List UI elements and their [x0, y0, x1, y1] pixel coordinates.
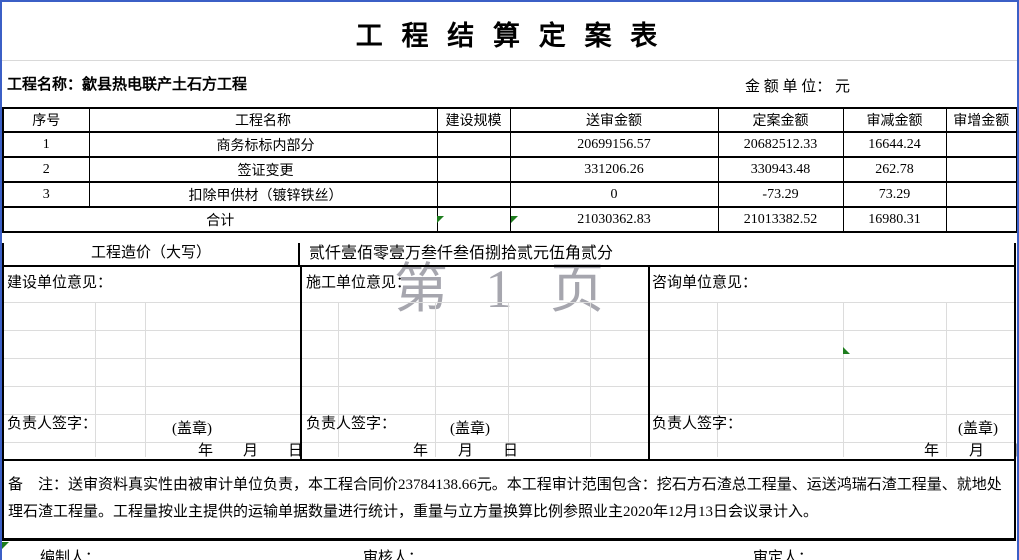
header-reduced-amount: 审减金额 [843, 108, 946, 132]
consultant-sign-label: 负责人签字： [652, 412, 742, 433]
gridline-vertical [508, 302, 509, 457]
cell-increased[interactable] [946, 132, 1017, 157]
cell-scale[interactable] [437, 157, 510, 182]
opinion-divider [300, 267, 302, 459]
header-project-name: 工程名称 [89, 108, 437, 132]
cell-finalized[interactable]: -73.29 [718, 182, 843, 207]
header-scale: 建设规模 [437, 108, 510, 132]
footer-signers-row: 编制人： 审核人： 审定人： [2, 541, 1017, 560]
contractor-opinion-label: 施工单位意见： [306, 271, 411, 292]
gridline-vertical [435, 302, 436, 457]
settlement-table: 序号 工程名称 建设规模 送审金额 定案金额 审减金额 审增金额 1 商务标标内… [2, 107, 1018, 233]
cell-total-reduced[interactable]: 16980.31 [843, 207, 946, 232]
cell-reduced[interactable]: 262.78 [843, 157, 946, 182]
table-total-row: 合计 21030362.83 21013382.52 16980.31 [3, 207, 1017, 232]
green-corner-mark [2, 542, 9, 549]
remark-text: 备 注：送审资料真实性由被审计单位负责，本工程合同价23784138.66元。本… [8, 477, 1002, 520]
cell-reduced[interactable]: 73.29 [843, 182, 946, 207]
cell-finalized[interactable]: 330943.48 [718, 157, 843, 182]
construction-opinion-label: 建设单位意见： [7, 271, 112, 292]
header-increased-amount: 审增金额 [946, 108, 1017, 132]
cell-scale[interactable] [437, 182, 510, 207]
cell-total-finalized[interactable]: 21013382.52 [718, 207, 843, 232]
cell-total-increased[interactable] [946, 207, 1017, 232]
cell-seq[interactable]: 1 [3, 132, 89, 157]
table-header-row: 序号 工程名称 建设规模 送审金额 定案金额 审减金额 审增金额 [3, 108, 1017, 132]
cell-project-name[interactable]: 扣除甲供材（镀锌铁丝） [89, 182, 437, 207]
cell-increased[interactable] [946, 157, 1017, 182]
project-name-value: 歙县热电联产土石方工程 [82, 77, 247, 93]
amount-in-words-value[interactable]: 贰仟壹佰零壹万叁仟叁佰捌拾贰元伍角贰分 [300, 243, 1014, 265]
cell-project-name[interactable]: 商务标标内部分 [89, 132, 437, 157]
cell-increased[interactable] [946, 182, 1017, 207]
cell-total-scale[interactable] [437, 207, 510, 232]
consultant-opinion-label: 咨询单位意见： [652, 271, 757, 292]
cell-submitted[interactable]: 20699156.57 [510, 132, 718, 157]
settlement-final-sheet: 第 1 页 工 程 结 算 定 案 表 工程名称：歙县热电联产土石方工程 金 额… [0, 0, 1019, 560]
opinions-area: 建设单位意见： 负责人签字： (盖章) 年 月 日 施工单位意见： 负责人签字：… [2, 267, 1016, 461]
approver-label: 审定人： [753, 546, 813, 560]
opinion-divider [648, 267, 650, 459]
table-row: 2 签证变更 331206.26 330943.48 262.78 [3, 157, 1017, 182]
cell-scale[interactable] [437, 132, 510, 157]
gridline-vertical [843, 302, 844, 457]
cell-total-submitted[interactable]: 21030362.83 [510, 207, 718, 232]
project-name-line: 工程名称：歙县热电联产土石方工程 [7, 73, 247, 94]
green-corner-mark [843, 347, 850, 354]
cell-submitted[interactable]: 0 [510, 182, 718, 207]
cell-project-name[interactable]: 签证变更 [89, 157, 437, 182]
contractor-seal-label: (盖章) [450, 417, 490, 438]
cell-seq[interactable]: 3 [3, 182, 89, 207]
preparer-label: 编制人： [40, 546, 100, 560]
cell-total-label[interactable]: 合计 [3, 207, 437, 232]
table-row: 1 商务标标内部分 20699156.57 20682512.33 16644.… [3, 132, 1017, 157]
construction-seal-label: (盖章) [172, 417, 212, 438]
cell-finalized[interactable]: 20682512.33 [718, 132, 843, 157]
header-submitted-amount: 送审金额 [510, 108, 718, 132]
construction-date-label: 年 月 日 [198, 439, 303, 460]
project-name-label: 工程名称： [7, 77, 82, 93]
contractor-sign-label: 负责人签字： [306, 412, 396, 433]
construction-sign-label: 负责人签字： [7, 412, 97, 433]
cell-seq[interactable]: 2 [3, 157, 89, 182]
gridline-vertical [590, 302, 591, 457]
page-title: 工 程 结 算 定 案 表 [0, 14, 1019, 53]
gridline-vertical [717, 302, 718, 457]
green-corner-mark [437, 216, 444, 223]
gridline-vertical [338, 302, 339, 457]
gridline-vertical [145, 302, 146, 457]
gridlines-horizontal [4, 302, 1014, 457]
consultant-date-label: 年 月 日 [924, 439, 1019, 460]
table-row: 3 扣除甲供材（镀锌铁丝） 0 -73.29 73.29 [3, 182, 1017, 207]
remark-box: 备 注：送审资料真实性由被审计单位负责，本工程合同价23784138.66元。本… [2, 461, 1016, 541]
gridline-vertical [946, 302, 947, 457]
cell-reduced[interactable]: 16644.24 [843, 132, 946, 157]
header-finalized-amount: 定案金额 [718, 108, 843, 132]
contractor-date-label: 年 月 日 [413, 439, 518, 460]
amount-in-words-label: 工程造价（大写） [4, 243, 300, 265]
gridline-vertical [95, 302, 96, 457]
reviewer-label: 审核人： [363, 546, 423, 560]
consultant-seal-label: (盖章) [958, 417, 998, 438]
title-divider [2, 60, 1017, 61]
cell-submitted[interactable]: 331206.26 [510, 157, 718, 182]
amount-in-words-row: 工程造价（大写） 贰仟壹佰零壹万叁仟叁佰捌拾贰元伍角贰分 [2, 243, 1016, 267]
green-corner-mark [511, 216, 518, 223]
header-seq: 序号 [3, 108, 89, 132]
amount-unit-label: 金 额 单 位： 元 [745, 75, 850, 96]
